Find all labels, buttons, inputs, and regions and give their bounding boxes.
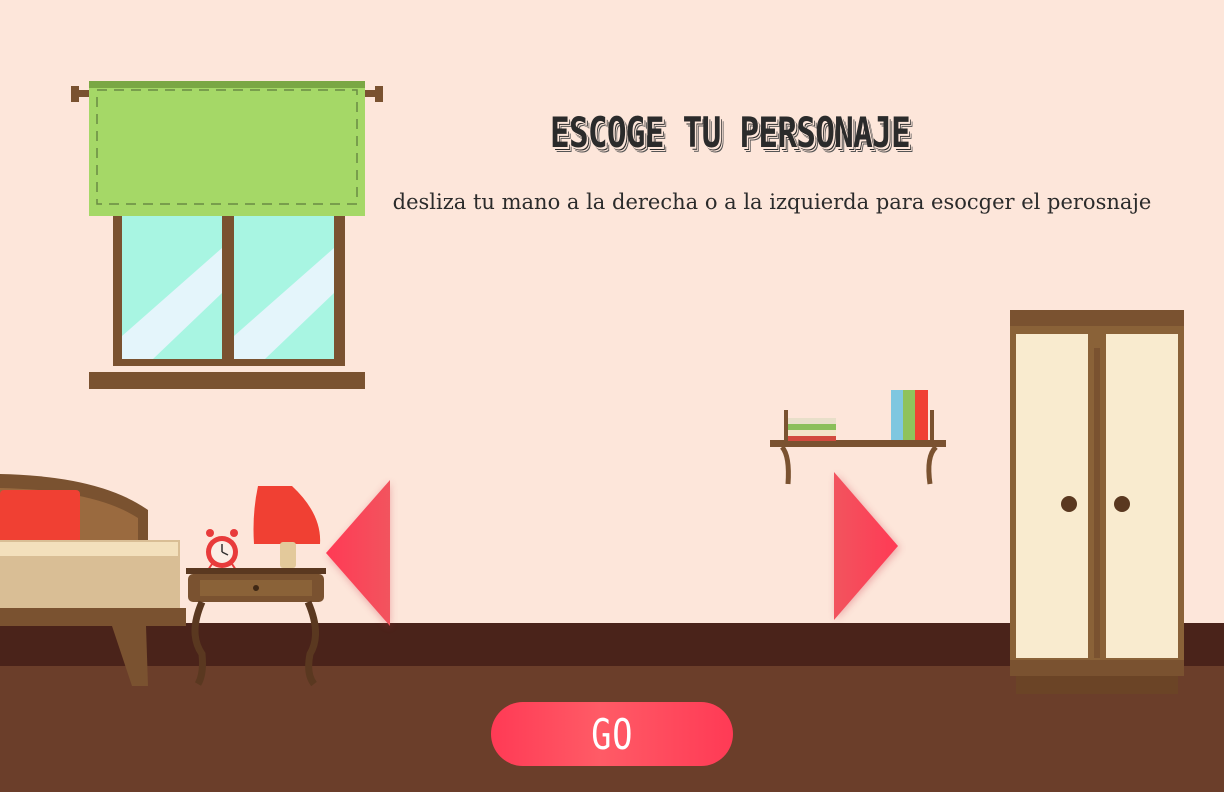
bedroom-scene: ESCOGE TU PERSONAJE desliza tu mano a la… [0,0,1224,792]
go-button-label: GO [590,709,634,759]
instructions-text: desliza tu mano a la derecha o a la izqu… [392,190,1152,214]
go-button[interactable]: GO [491,702,733,766]
page-title: ESCOGE TU PERSONAJE [550,108,911,157]
previous-character-button[interactable] [318,476,402,634]
bed-illustration [0,474,186,686]
next-character-button[interactable] [826,466,910,624]
nightstand-illustration [186,486,326,687]
wardrobe-illustration [1010,310,1184,694]
triangle-right-icon [834,472,900,620]
window-illustration [71,81,383,389]
triangle-left-icon [326,480,390,628]
